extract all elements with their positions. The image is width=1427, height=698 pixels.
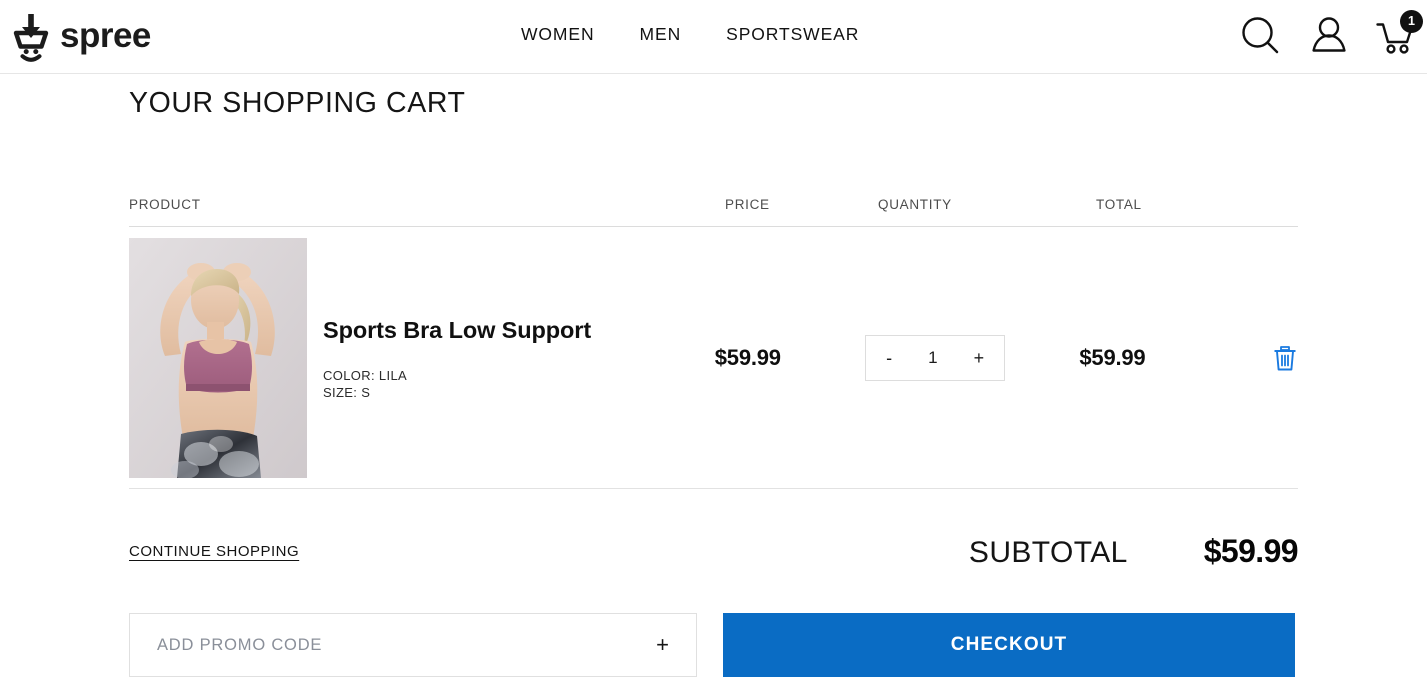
search-icon[interactable] xyxy=(1238,13,1282,62)
cart-summary-row: CONTINUE SHOPPING SUBTOTAL $59.99 xyxy=(129,533,1299,570)
product-price: $59.99 xyxy=(714,344,781,370)
cart-page: YOUR SHOPPING CART PRODUCT PRICE QUANTIT… xyxy=(0,86,1427,678)
brand-logo[interactable]: spree xyxy=(11,12,151,62)
promo-code-input[interactable] xyxy=(157,635,647,655)
promo-expand-button[interactable]: + xyxy=(646,634,669,656)
column-header-product: PRODUCT xyxy=(129,197,201,213)
quantity-increment-button[interactable]: + xyxy=(970,347,989,369)
line-item-actions xyxy=(1272,344,1298,372)
table-row: Sports Bra Low Support COLOR: LILA SIZE:… xyxy=(129,227,1298,490)
continue-shopping-link[interactable]: CONTINUE SHOPPING xyxy=(129,543,299,560)
product-variant-options: COLOR: LILA SIZE: S xyxy=(323,367,591,402)
nav-item-men[interactable]: MEN xyxy=(640,24,682,45)
page-title: YOUR SHOPPING CART xyxy=(129,87,466,119)
main-nav: WOMEN MEN SPORTSWEAR xyxy=(521,24,859,45)
quantity-stepper[interactable]: - + xyxy=(865,334,1006,381)
column-header-total: TOTAL xyxy=(1096,197,1142,213)
checkout-button[interactable]: CHECKOUT xyxy=(723,613,1295,678)
site-header: spree WOMEN MEN SPORTSWEAR 1 xyxy=(0,0,1427,74)
line-item-total: $59.99 xyxy=(1079,344,1146,370)
product-info: Sports Bra Low Support COLOR: LILA SIZE:… xyxy=(323,314,591,401)
subtotal-label: SUBTOTAL xyxy=(968,536,1128,570)
subtotal-value: $59.99 xyxy=(1203,533,1299,570)
quantity-input[interactable] xyxy=(912,347,953,368)
column-header-quantity: QUANTITY xyxy=(878,197,952,213)
brand-name: spree xyxy=(60,15,151,55)
remove-item-button[interactable] xyxy=(1272,344,1298,372)
quantity-decrement-button[interactable]: - xyxy=(882,347,896,369)
product-name[interactable]: Sports Bra Low Support xyxy=(323,316,591,345)
product-size: SIZE: S xyxy=(323,384,371,400)
trash-icon xyxy=(1272,345,1298,375)
shopping-cart-icon[interactable]: 1 xyxy=(1376,10,1423,56)
cart-table-header: PRODUCT PRICE QUANTITY TOTAL xyxy=(129,197,1298,228)
spree-cart-smiley-logo-icon xyxy=(11,12,51,62)
cart-footer-actions: + CHECKOUT xyxy=(129,613,1298,678)
subtotal-block: SUBTOTAL $59.99 xyxy=(968,533,1299,570)
nav-item-women[interactable]: WOMEN xyxy=(521,24,595,45)
promo-code-field[interactable]: + xyxy=(129,613,697,678)
header-actions: 1 xyxy=(1238,0,1423,74)
quantity-cell: - + xyxy=(865,334,1079,381)
product-color: COLOR: LILA xyxy=(323,367,408,383)
product-thumbnail[interactable] xyxy=(129,237,307,478)
cart-count-badge: 1 xyxy=(1400,10,1423,33)
user-icon[interactable] xyxy=(1310,15,1348,60)
column-header-price: PRICE xyxy=(725,197,770,213)
product-cell: Sports Bra Low Support COLOR: LILA SIZE:… xyxy=(129,237,715,478)
nav-item-sportswear[interactable]: SPORTSWEAR xyxy=(726,24,859,45)
